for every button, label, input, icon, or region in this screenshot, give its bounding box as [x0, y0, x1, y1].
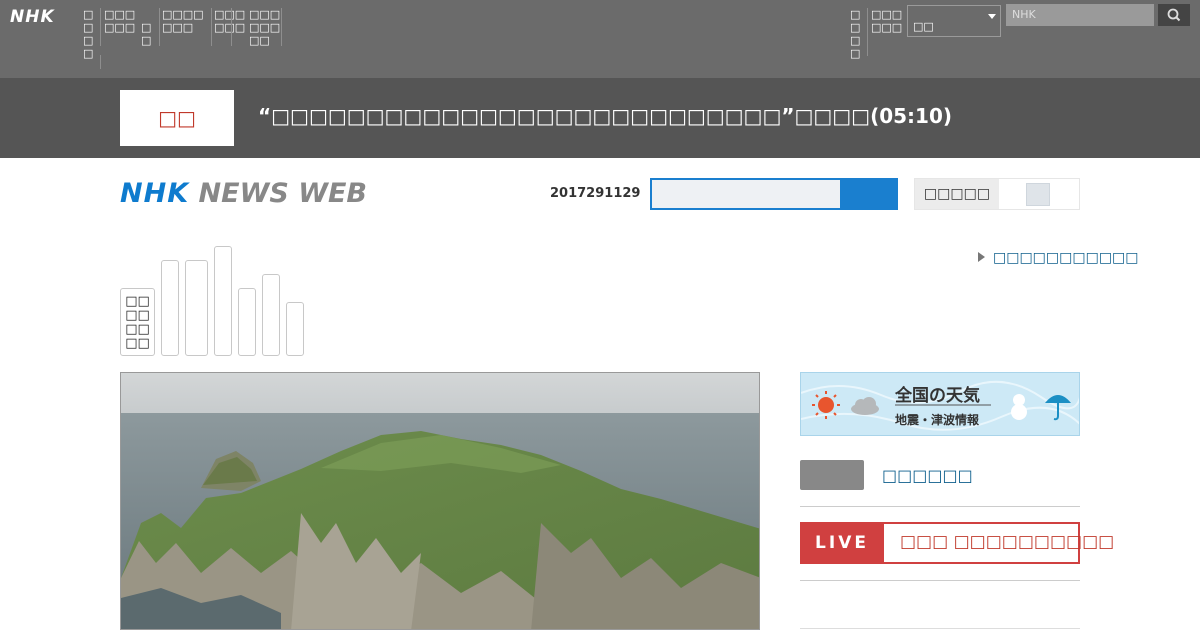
more-link[interactable]: □□□□□□□□□□□ [978, 250, 1139, 266]
topnav-divider [211, 8, 212, 46]
grey-label-badge[interactable] [800, 460, 864, 490]
island-photo-image [121, 373, 759, 629]
weather-banner[interactable]: 全国の天気 地震・津波情報 [800, 372, 1080, 436]
weather-divider [895, 404, 991, 406]
right-column-link[interactable]: □□□□□□ [882, 466, 973, 485]
chevron-down-icon [988, 14, 996, 19]
global-search-input[interactable]: NHK [1006, 4, 1154, 26]
category-tab-3[interactable] [185, 260, 208, 356]
live-stream-title[interactable]: □□□ □□□□□□□□□□ [900, 532, 1114, 552]
more-link-label: □□□□□□□□□□□ [993, 250, 1139, 266]
topnav-item-4[interactable]: □□□□□□□ [162, 8, 210, 34]
breaking-news-band: □□ “□□□□□□□□□□□□□□□□□□□□□□□□□□□”□□□□(05:… [0, 78, 1200, 158]
right-column-divider [800, 580, 1080, 581]
right-column-divider [800, 506, 1080, 507]
nhk-logo[interactable]: NHK [10, 7, 55, 27]
category-tab-7[interactable] [286, 302, 304, 356]
triangle-right-icon [978, 252, 985, 262]
site-search-input[interactable] [650, 178, 842, 210]
logo-nhk-text: NHK [120, 178, 190, 209]
category-tab-2[interactable] [161, 260, 179, 356]
snowman-icon [1011, 394, 1027, 420]
breaking-news-tag: □□ [120, 90, 234, 146]
topnav-item-7[interactable]: □□□□ [850, 8, 866, 60]
topnav-divider [159, 8, 160, 46]
right-column-divider [800, 628, 1080, 629]
umbrella-icon [1045, 395, 1071, 421]
topnav-item-3[interactable]: □□ [141, 21, 157, 47]
breaking-news-headline[interactable]: “□□□□□□□□□□□□□□□□□□□□□□□□□□□”□□□□(05:10) [258, 104, 952, 128]
topnav-item-2[interactable]: □□□□□□ [104, 8, 140, 34]
cloud-icon [851, 397, 879, 415]
topnav-divider [867, 8, 868, 56]
topnav-item-6[interactable]: □□□□□□□□ [249, 8, 285, 47]
live-badge: LIVE [800, 522, 884, 564]
weather-title: 全国の天気 [895, 386, 980, 406]
topnav-divider [231, 8, 232, 46]
font-size-label: □□□□□ [915, 179, 999, 209]
global-topbar: NHK □□□□ □□□□□□ □□ □□□□□□□ □□□□□□ □□□□□□… [0, 0, 1200, 78]
topnav-item-8[interactable]: □□□□□□ [871, 8, 907, 34]
topnav-divider [100, 8, 101, 46]
font-size-button[interactable] [1026, 183, 1050, 206]
category-tab-4[interactable] [214, 246, 232, 356]
category-tab-1[interactable]: □□□□□□□□ [120, 288, 155, 356]
weather-subtitle: 地震・津波情報 [895, 413, 980, 427]
sun-icon [812, 391, 840, 419]
logo-newsweb-text: NEWS WEB [198, 178, 368, 209]
current-date: 2017291129 [550, 186, 641, 201]
category-tab-5[interactable] [238, 288, 256, 356]
global-search-button[interactable] [1158, 4, 1190, 26]
area-select[interactable]: □□ [907, 5, 1001, 37]
topnav-item-1[interactable]: □□□□ [83, 8, 99, 60]
site-search-button[interactable] [840, 178, 898, 210]
topnav-item-5[interactable]: □□□□□□ [214, 8, 250, 34]
topnav-divider [281, 8, 282, 46]
area-select-value: □□ [913, 20, 934, 33]
nhk-news-web-logo[interactable]: NHK NEWS WEB [120, 178, 367, 209]
hero-photo[interactable] [120, 372, 760, 630]
search-icon [1167, 8, 1181, 22]
topnav-divider [100, 55, 101, 69]
category-tab-6[interactable] [262, 274, 280, 356]
